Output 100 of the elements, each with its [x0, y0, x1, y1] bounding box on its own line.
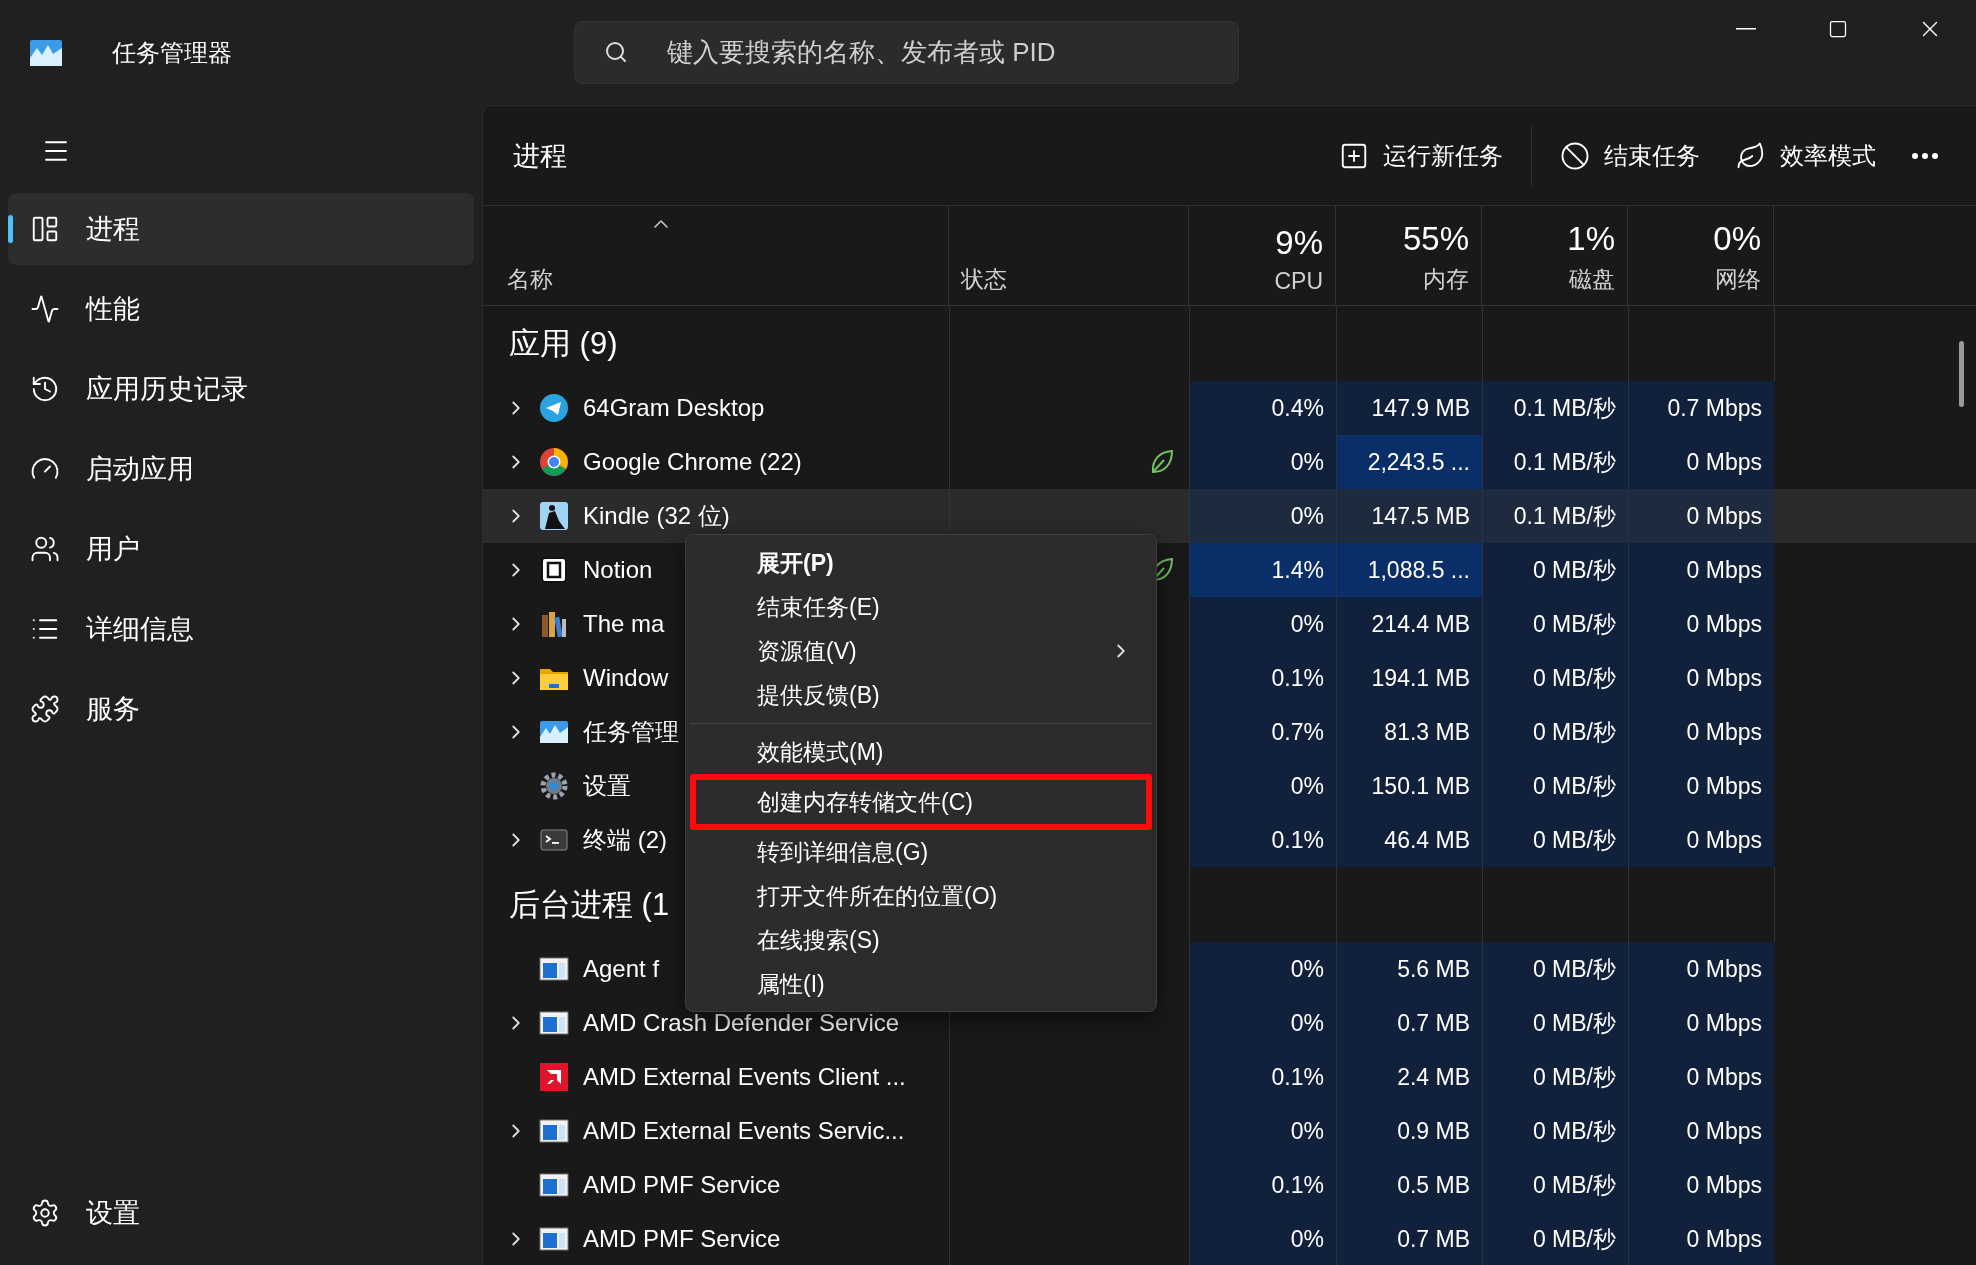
- metric-cell: 0.1 MB/秒: [1482, 381, 1628, 435]
- metric-cell: 0.7 MB: [1336, 1212, 1482, 1265]
- metric-cell: 0 Mbps: [1628, 942, 1774, 996]
- toolbar-button[interactable]: 结束任务: [1542, 131, 1718, 180]
- process-name: Agent f: [583, 955, 660, 983]
- metric-cell: 46.4 MB: [1336, 813, 1482, 867]
- metric-cell: 147.5 MB: [1336, 489, 1482, 543]
- metric-cell: 1.4%: [1189, 543, 1336, 597]
- metric-cell: 0 MB/秒: [1482, 1212, 1628, 1265]
- column-header[interactable]: 网络: [1715, 264, 1761, 295]
- toolbar-button[interactable]: 运行新任务: [1321, 131, 1521, 180]
- column-header[interactable]: CPU: [1274, 268, 1323, 295]
- metric-cell: 214.4 MB: [1336, 597, 1482, 651]
- column-total: 0%: [1713, 220, 1761, 258]
- metric-cell: 2.4 MB: [1336, 1050, 1482, 1104]
- process-name: AMD PMF Service: [583, 1171, 781, 1199]
- menu-item[interactable]: 在线搜索(S): [690, 918, 1152, 962]
- metric-cell: 0.7%: [1189, 705, 1336, 759]
- reader-icon: [539, 501, 569, 531]
- metric-cell: 0.4%: [1189, 381, 1336, 435]
- settings-nav-item[interactable]: 设置: [8, 1177, 146, 1249]
- pulse-icon: [30, 294, 60, 324]
- users-icon: [30, 534, 60, 564]
- metric-cell: 0 Mbps: [1628, 651, 1774, 705]
- leaf-icon: [1151, 450, 1173, 474]
- more-icon: [1912, 152, 1938, 159]
- nav-item[interactable]: 性能: [8, 273, 474, 345]
- settings-icon: [30, 1198, 60, 1228]
- nav-item[interactable]: 启动应用: [8, 433, 474, 505]
- metric-cell: 0%: [1189, 489, 1336, 543]
- history-icon: [30, 374, 60, 404]
- window-icon: [539, 954, 569, 984]
- books-icon: [539, 609, 569, 639]
- nav-item[interactable]: 服务: [8, 673, 474, 745]
- toolbar-button[interactable]: 效率模式: [1718, 131, 1894, 180]
- menu-item[interactable]: 打开文件所在的位置(O): [690, 874, 1152, 918]
- metric-cell: 0 Mbps: [1628, 1050, 1774, 1104]
- metric-cell: 0.7 Mbps: [1628, 381, 1774, 435]
- metric-cell: 0.1%: [1189, 651, 1336, 705]
- column-header[interactable]: 磁盘: [1569, 264, 1615, 295]
- metric-cell: 0 Mbps: [1628, 1104, 1774, 1158]
- menu-item[interactable]: 资源值(V): [690, 629, 1152, 673]
- page-title: 进程: [513, 139, 567, 173]
- menu-item[interactable]: 转到详细信息(G): [690, 830, 1152, 874]
- marked-menu-item[interactable]: 创建内存转储文件(C): [690, 774, 1152, 830]
- process-name: Notion: [583, 556, 653, 584]
- column-header[interactable]: 名称: [507, 264, 948, 295]
- column-header[interactable]: 内存: [1423, 264, 1469, 295]
- color-wheel-icon: [539, 447, 569, 477]
- metric-cell: 0 Mbps: [1628, 813, 1774, 867]
- metric-cell: 0%: [1189, 1104, 1336, 1158]
- menu-item[interactable]: 提供反馈(B): [690, 673, 1152, 717]
- window-icon: [539, 1008, 569, 1038]
- process-name: 任务管理: [583, 717, 679, 747]
- metric-cell: 0 Mbps: [1628, 1158, 1774, 1212]
- window-icon: [539, 1116, 569, 1146]
- gear-icon: [539, 771, 569, 801]
- chart-icon: [30, 39, 62, 66]
- process-name: 设置: [583, 771, 631, 801]
- group-title: 后台进程 (1: [509, 885, 670, 924]
- square-logo-icon: [539, 555, 569, 585]
- hovered-process-row[interactable]: Kindle (32 位) 0% 147.5 MB 0.1 MB/秒 0 Mbps: [483, 489, 1976, 543]
- search-icon: [604, 40, 628, 64]
- metric-cell: 0 Mbps: [1628, 435, 1774, 489]
- menu-item[interactable]: 属性(I): [690, 962, 1152, 1006]
- metric-cell: 0.1%: [1189, 813, 1336, 867]
- menu-item[interactable]: 展开(P): [690, 541, 1152, 585]
- metric-cell: 81.3 MB: [1336, 705, 1482, 759]
- metric-cell: 0 MB/秒: [1482, 996, 1628, 1050]
- nav-item[interactable]: 详细信息: [8, 593, 474, 665]
- metric-cell: 0%: [1189, 942, 1336, 996]
- metric-cell: 0 MB/秒: [1482, 597, 1628, 651]
- metric-cell: 0.9 MB: [1336, 1104, 1482, 1158]
- menu-item[interactable]: 结束任务(E): [690, 585, 1152, 629]
- metric-cell: 0 MB/秒: [1482, 651, 1628, 705]
- metric-cell: 0 Mbps: [1628, 597, 1774, 651]
- metric-cell: 0%: [1189, 1212, 1336, 1265]
- metric-cell: 150.1 MB: [1336, 759, 1482, 813]
- search-field[interactable]: 键入要搜索的名称、发布者或 PID: [574, 21, 1239, 84]
- menu-item[interactable]: 效能模式(M): [690, 730, 1152, 774]
- metric-cell: 0 MB/秒: [1482, 1104, 1628, 1158]
- metric-cell: 0 MB/秒: [1482, 705, 1628, 759]
- arrow-logo-icon: [539, 1062, 569, 1092]
- process-name: AMD External Events Servic...: [583, 1117, 905, 1145]
- metric-cell: 0 MB/秒: [1482, 543, 1628, 597]
- window-icon: [539, 1170, 569, 1200]
- prohibited-icon: [1560, 140, 1590, 171]
- metric-cell: 5.6 MB: [1336, 942, 1482, 996]
- nav-item[interactable]: 应用历史记录: [8, 353, 474, 425]
- metric-cell: 0.5 MB: [1336, 1158, 1482, 1212]
- nav-item[interactable]: 进程: [8, 193, 474, 265]
- metric-cell: 0 Mbps: [1628, 705, 1774, 759]
- metric-cell: 0 Mbps: [1628, 543, 1774, 597]
- scrollbar-thumb[interactable]: [1959, 341, 1964, 407]
- column-header[interactable]: 状态: [961, 264, 1007, 295]
- nav-item[interactable]: 用户: [8, 513, 474, 585]
- metric-cell: 0 Mbps: [1628, 759, 1774, 813]
- process-name: AMD External Events Client ...: [583, 1063, 906, 1091]
- process-name: The ma: [583, 610, 665, 638]
- group-title: 应用 (9): [509, 324, 618, 363]
